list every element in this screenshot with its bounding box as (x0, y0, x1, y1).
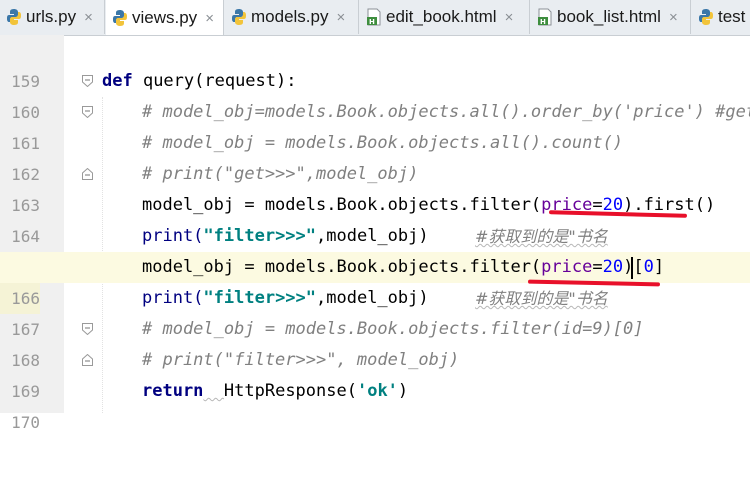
tab-test[interactable]: test (692, 0, 750, 34)
code-line-169[interactable]: 169 # print("filter>>>", model_obj) (0, 345, 750, 401)
builtin-print: print( (142, 288, 204, 308)
code-text: = (592, 257, 603, 277)
tab-label: urls.py (26, 7, 77, 26)
comment-text: # print("filter>>>", model_obj) (142, 350, 460, 370)
tab-edit-book-html[interactable]: H edit_book.html × (360, 0, 530, 34)
python-file-icon (7, 9, 21, 25)
string-literal: "filter>>>" (203, 226, 317, 246)
code-text: model_obj = models.Book.objects.filter( (142, 195, 542, 215)
close-icon[interactable]: × (205, 10, 214, 27)
tab-label: views.py (132, 8, 198, 27)
line-number: 170 (11, 413, 40, 432)
comment-text: #获取到的是"书名 (475, 227, 608, 246)
kwarg-price: price (541, 257, 593, 277)
function-call: HttpResponse( (223, 381, 357, 401)
fold-end-icon[interactable] (82, 354, 93, 366)
builtin-print: print( (142, 226, 204, 246)
code-editor[interactable]: 159 160 def query(request): 161 # model_… (0, 35, 750, 432)
code-text: ,model_obj) (316, 226, 429, 246)
tab-models-py[interactable]: models.py × (225, 0, 359, 34)
comment-text: #获取到的是"书名 (475, 289, 608, 308)
tab-label: test (718, 7, 746, 26)
tab-book-list-html[interactable]: H book_list.html × (531, 0, 691, 34)
fold-minus-icon[interactable] (82, 106, 93, 118)
fold-minus-icon[interactable] (82, 75, 93, 87)
code-line-160[interactable]: 160 def query(request): (0, 66, 750, 122)
code-text: ] (653, 257, 665, 277)
python-file-icon (113, 10, 127, 26)
code-text: ,model_obj) (316, 288, 429, 308)
function-signature: query(request): (132, 71, 297, 91)
number-literal: 20 (602, 257, 624, 277)
fold-end-icon[interactable] (82, 168, 93, 180)
string-literal: "filter>>>" (203, 288, 317, 308)
comment-text: # model_obj = models.Book.objects.all().… (142, 133, 624, 153)
tab-label: models.py (251, 7, 329, 26)
code-text: ) (397, 381, 409, 401)
code-line-165[interactable]: 165 print("filter>>>",model_obj) #获取到的是"… (0, 221, 750, 277)
close-icon[interactable]: × (336, 9, 345, 26)
editor-tab-bar: urls.py × views.py × models.py × H edit_… (0, 0, 750, 36)
tab-label: book_list.html (557, 7, 661, 26)
close-icon[interactable]: × (669, 9, 678, 26)
svg-text:H: H (369, 18, 375, 26)
code-line-166[interactable]: 166 model_obj = models.Book.objects.filt… (0, 252, 750, 314)
code-text: model_obj = models.Book.objects.filter( (142, 257, 542, 277)
code-text: )[ (623, 257, 644, 277)
python-file-icon (232, 9, 246, 25)
number-literal: 0 (643, 257, 654, 277)
text-caret (631, 257, 633, 279)
code-line-159[interactable]: 159 (0, 35, 750, 91)
code-line-161[interactable]: 161 # model_obj=models.Book.objects.all(… (0, 97, 750, 153)
close-icon[interactable]: × (84, 9, 93, 26)
code-line-163[interactable]: 163 # print("get>>>",model_obj) (0, 159, 750, 215)
code-line-170[interactable]: 170 return HttpResponse('ok') (0, 376, 750, 432)
code-line-162[interactable]: 162 # model_obj = models.Book.objects.al… (0, 128, 750, 184)
code-line-168[interactable]: 168 # model_obj = models.Book.objects.fi… (0, 314, 750, 370)
comment-text: # print("get>>>",model_obj) (142, 164, 419, 184)
tab-urls-py[interactable]: urls.py × (0, 0, 105, 34)
tab-views-py[interactable]: views.py × (106, 0, 224, 35)
python-file-icon (699, 9, 713, 25)
code-line-167[interactable]: 167 print("filter>>>",model_obj) #获取到的是"… (0, 283, 750, 339)
comment-text: # model_obj=models.Book.objects.all().or… (142, 102, 750, 122)
svg-text:H: H (540, 18, 546, 26)
fold-minus-icon[interactable] (82, 323, 93, 335)
keyword-def: def (102, 71, 133, 91)
string-literal: 'ok' (356, 381, 398, 401)
html-file-icon: H (538, 8, 552, 26)
close-icon[interactable]: × (505, 9, 514, 26)
comment-text: # model_obj = models.Book.objects.filter… (142, 319, 644, 339)
html-file-icon: H (367, 8, 381, 26)
tab-label: edit_book.html (386, 7, 497, 26)
keyword-return: return (142, 381, 204, 401)
